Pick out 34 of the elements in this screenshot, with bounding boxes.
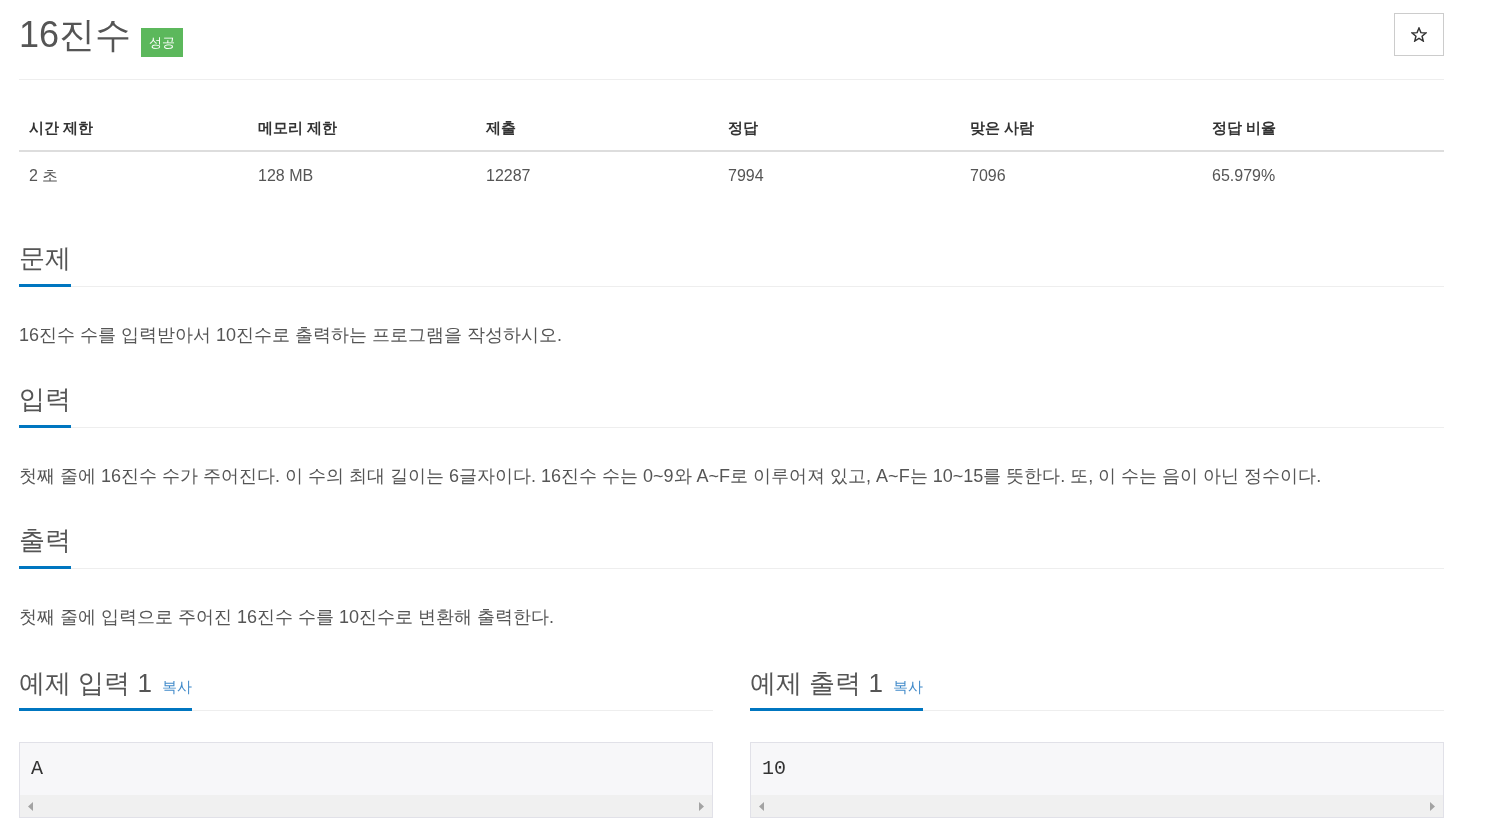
column-header: 제출: [486, 119, 516, 136]
scroll-left-icon[interactable]: [28, 801, 33, 811]
column-header: 메모리 제한: [258, 119, 338, 136]
table-cell: 7096: [970, 167, 1006, 184]
section-text: 첫째 줄에 16진수 수가 주어진다. 이 수의 최대 길이는 6글자이다. 16진수 수는 0~9와 A~F로 이루어져 있고, A~F는 10~15를 뜻한다. 또, 이 수는 음이 아닌 정수이다.: [19, 465, 1323, 488]
star-button[interactable]: [1394, 13, 1444, 56]
status-badge: 성공: [141, 28, 184, 57]
table-cell: 128 MB: [258, 167, 314, 184]
column-header: 정답 비율: [1212, 119, 1277, 136]
section-heading: 출력: [19, 525, 71, 555]
star-icon: [1411, 27, 1427, 42]
horizontal-scrollbar[interactable]: [751, 795, 1443, 817]
copy-link[interactable]: 복사: [161, 677, 192, 697]
column-header: 맞은 사람: [970, 119, 1035, 136]
scroll-right-icon[interactable]: [699, 801, 704, 811]
section-heading: 입력: [19, 384, 71, 414]
sample-heading: 예제 출력 1: [750, 668, 883, 698]
horizontal-scrollbar[interactable]: [20, 795, 712, 817]
sample-text: 10: [761, 756, 787, 782]
scroll-right-icon[interactable]: [1430, 801, 1435, 811]
sample-heading: 예제 입력 1: [19, 668, 152, 698]
table-cell: 2 초: [29, 167, 59, 184]
sample-text: A: [30, 756, 44, 782]
section-text: 첫째 줄에 입력으로 주어진 16진수 수를 10진수로 변환해 출력한다.: [19, 606, 556, 629]
table-cell: 12287: [486, 167, 531, 184]
column-header: 시간 제한: [29, 119, 94, 136]
scroll-left-icon[interactable]: [759, 801, 764, 811]
problem-title: 16진수: [19, 14, 132, 56]
column-header: 정답: [728, 119, 758, 136]
section-text: 16진수 수를 입력받아서 10진수로 출력하는 프로그램을 작성하시오.: [19, 324, 564, 347]
table-cell: 7994: [728, 167, 764, 184]
table-cell: 65.979%: [1212, 167, 1276, 184]
section-heading: 문제: [19, 243, 71, 273]
copy-link[interactable]: 복사: [892, 677, 923, 697]
